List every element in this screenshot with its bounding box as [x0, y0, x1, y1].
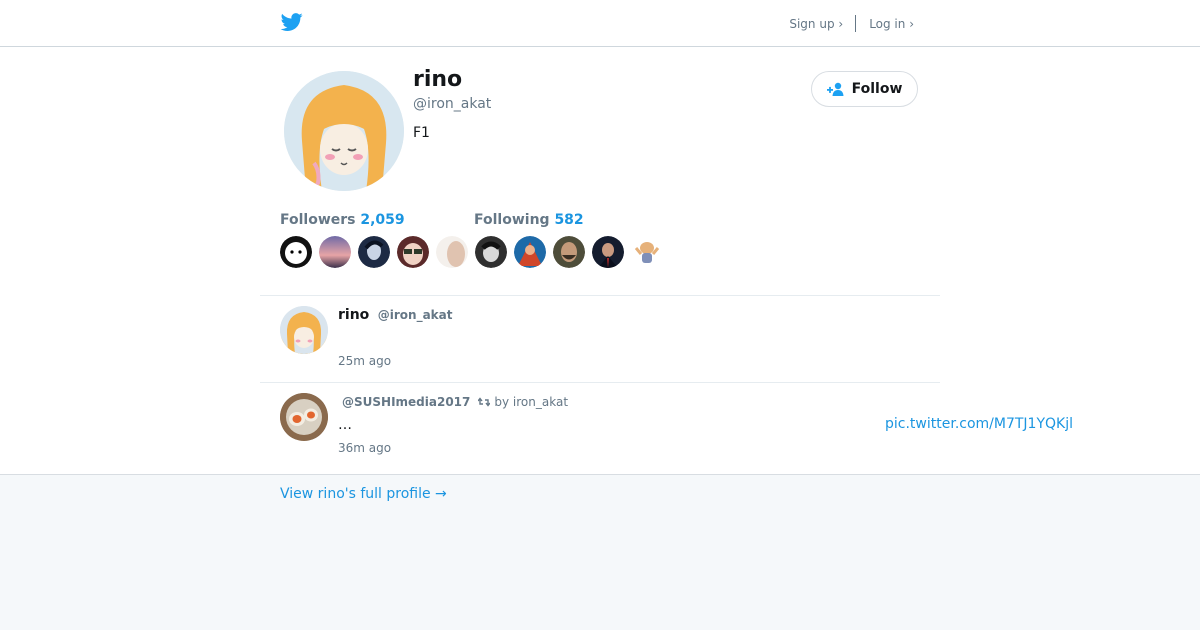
followers-count: 2,059 [360, 212, 405, 228]
mini-avatar-10[interactable] [631, 236, 663, 268]
retweet-header: @SUSHImedia2017 by iron_akat [342, 395, 568, 409]
follow-button[interactable]: Follow [811, 71, 918, 107]
mini-avatar-8[interactable] [553, 236, 585, 268]
mini-avatar-3[interactable] [358, 236, 390, 268]
mini-avatar-1[interactable] [280, 236, 312, 268]
mini-avatar-6[interactable] [475, 236, 507, 268]
profile-name: rino [413, 67, 463, 92]
followers-label: Followers [280, 212, 356, 228]
divider [260, 295, 940, 296]
tweet-text: … [338, 417, 352, 433]
following-count: 582 [554, 212, 584, 228]
login-link[interactable]: Log in › [869, 17, 914, 31]
tweet-timestamp[interactable]: 36m ago [338, 441, 391, 455]
twitter-bird-icon[interactable] [280, 11, 304, 33]
mini-avatar-9[interactable] [592, 236, 624, 268]
following-stat[interactable]: Following 582 [474, 212, 584, 228]
nav-divider [855, 15, 857, 32]
mini-avatar-2[interactable] [319, 236, 351, 268]
profile-handle: @iron_akat [413, 96, 492, 112]
anime-girl-avatar-art [284, 71, 404, 191]
following-label: Following [474, 212, 550, 228]
mini-avatar-4[interactable] [397, 236, 429, 268]
anime-girl-avatar-art [280, 306, 328, 354]
mini-avatar-5[interactable] [436, 236, 468, 268]
view-full-profile-link[interactable]: View rino's full profile → [280, 486, 447, 502]
divider [260, 382, 940, 383]
tweet-avatar[interactable] [280, 306, 328, 354]
tweet-header: rino @iron_akat [338, 307, 452, 323]
profile-avatar[interactable] [284, 71, 404, 191]
ramen-bowl-avatar-art [280, 393, 328, 441]
tweet-avatar[interactable] [280, 393, 328, 441]
followers-stat[interactable]: Followers 2,059 [280, 212, 405, 228]
profile-bio: F1 [413, 125, 430, 141]
mini-avatar-7[interactable] [514, 236, 546, 268]
retweet-icon [478, 397, 491, 407]
tweet-timestamp[interactable]: 25m ago [338, 354, 391, 368]
follow-button-label: Follow [851, 81, 903, 97]
top-nav: Sign up › Log in › [789, 15, 914, 32]
profile-card: rino @iron_akat F1 Follow Followers 2,05… [0, 47, 1200, 475]
add-user-icon [826, 82, 844, 96]
retweeted-by: by iron_akat [494, 395, 569, 409]
tweet-author-handle[interactable]: @iron_akat [378, 308, 453, 322]
tweet-author-name[interactable]: rino [338, 307, 369, 323]
signup-link[interactable]: Sign up › [789, 17, 843, 31]
followers-avatar-row [280, 236, 663, 268]
tweet-media-link[interactable]: pic.twitter.com/M7TJ1YQKjl [885, 416, 1073, 432]
top-bar: Sign up › Log in › [0, 0, 1200, 47]
tweet-author-handle[interactable]: @SUSHImedia2017 [342, 395, 470, 409]
